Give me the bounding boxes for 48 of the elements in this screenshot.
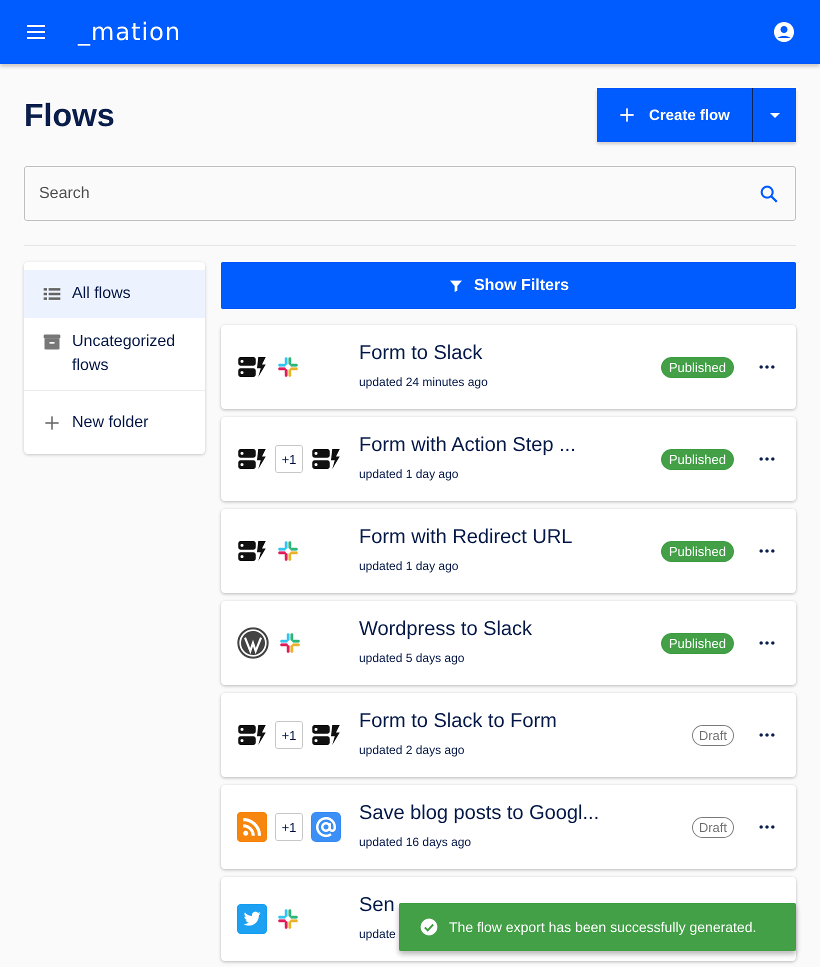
create-flow-button[interactable]: Create flow [597, 88, 752, 142]
toast-message: The flow export has been successfully generated. [449, 919, 756, 935]
flow-card[interactable]: Wordpress to Slack updated 5 days ago Published [221, 601, 796, 685]
status-badge: Draft [692, 724, 734, 746]
rss-icon [237, 812, 267, 842]
updated-time: updated 16 days ago [359, 834, 472, 848]
sidebar-item[interactable]: Uncategorized flows [24, 318, 205, 390]
updated-time: updated 5 days ago [359, 650, 464, 664]
bird-icon [237, 904, 267, 934]
flow-card[interactable]: Form with Redirect URL updated 1 day ago Published [221, 509, 796, 593]
updated-time: updated 24 minutes ago [359, 374, 488, 388]
flow-title: Save blog posts to Googl... [359, 802, 600, 824]
search-icon [758, 183, 780, 205]
check-icon [419, 917, 439, 937]
status-badge: Draft [692, 816, 734, 838]
app-logo: _mation [78, 18, 182, 46]
sidebar-item[interactable]: All flows [24, 270, 205, 318]
caret-icon [770, 112, 780, 118]
more-apps-count: +1 [275, 813, 303, 841]
flow-title: Wordpress to Slack [359, 618, 532, 640]
filter-icon [448, 278, 464, 294]
status-badge: Published [660, 632, 734, 654]
show-filters-button[interactable]: Show Filters [221, 262, 796, 309]
status-badge: Published [660, 540, 734, 562]
more-apps-count: +1 [275, 721, 303, 749]
updated-time: updated 1 day ago [359, 558, 458, 572]
updated-time: updated 2 days ago [359, 742, 464, 756]
at-sign-icon [311, 812, 341, 842]
more-apps-count: +1 [275, 445, 303, 473]
flow-card[interactable]: +1 Save blog posts to Googl... updated 16 days ago Draft [221, 785, 796, 869]
flow-card[interactable]: Form to Slack updated 24 minutes ago Published [221, 325, 796, 409]
account-icon[interactable] [772, 20, 796, 44]
flow-title: Form to Slack to Form [359, 710, 557, 732]
search-field[interactable]: Search [24, 166, 796, 221]
flow-card[interactable]: +1 Form to Slack to Form updated 2 days ago Draft [221, 693, 796, 777]
status-badge: Published [660, 448, 734, 470]
flow-title: Form with Action Step ... [359, 434, 576, 456]
updated-time: updated 1 day ago [359, 466, 458, 480]
dropdown-button[interactable] [752, 88, 796, 142]
flow-card[interactable]: +1 Form with Action Step ... updated 1 day ago Published [221, 417, 796, 501]
page-title: Flows [24, 96, 115, 134]
new-folder-button[interactable]: New folder [24, 390, 205, 454]
wordpress-icon [237, 627, 269, 659]
updated-time: update [359, 926, 396, 940]
flow-title: Form to Slack [359, 342, 482, 364]
flow-title: Sen [359, 894, 395, 916]
flow-title: Form with Redirect URL [359, 526, 572, 548]
status-badge: Published [660, 356, 734, 378]
